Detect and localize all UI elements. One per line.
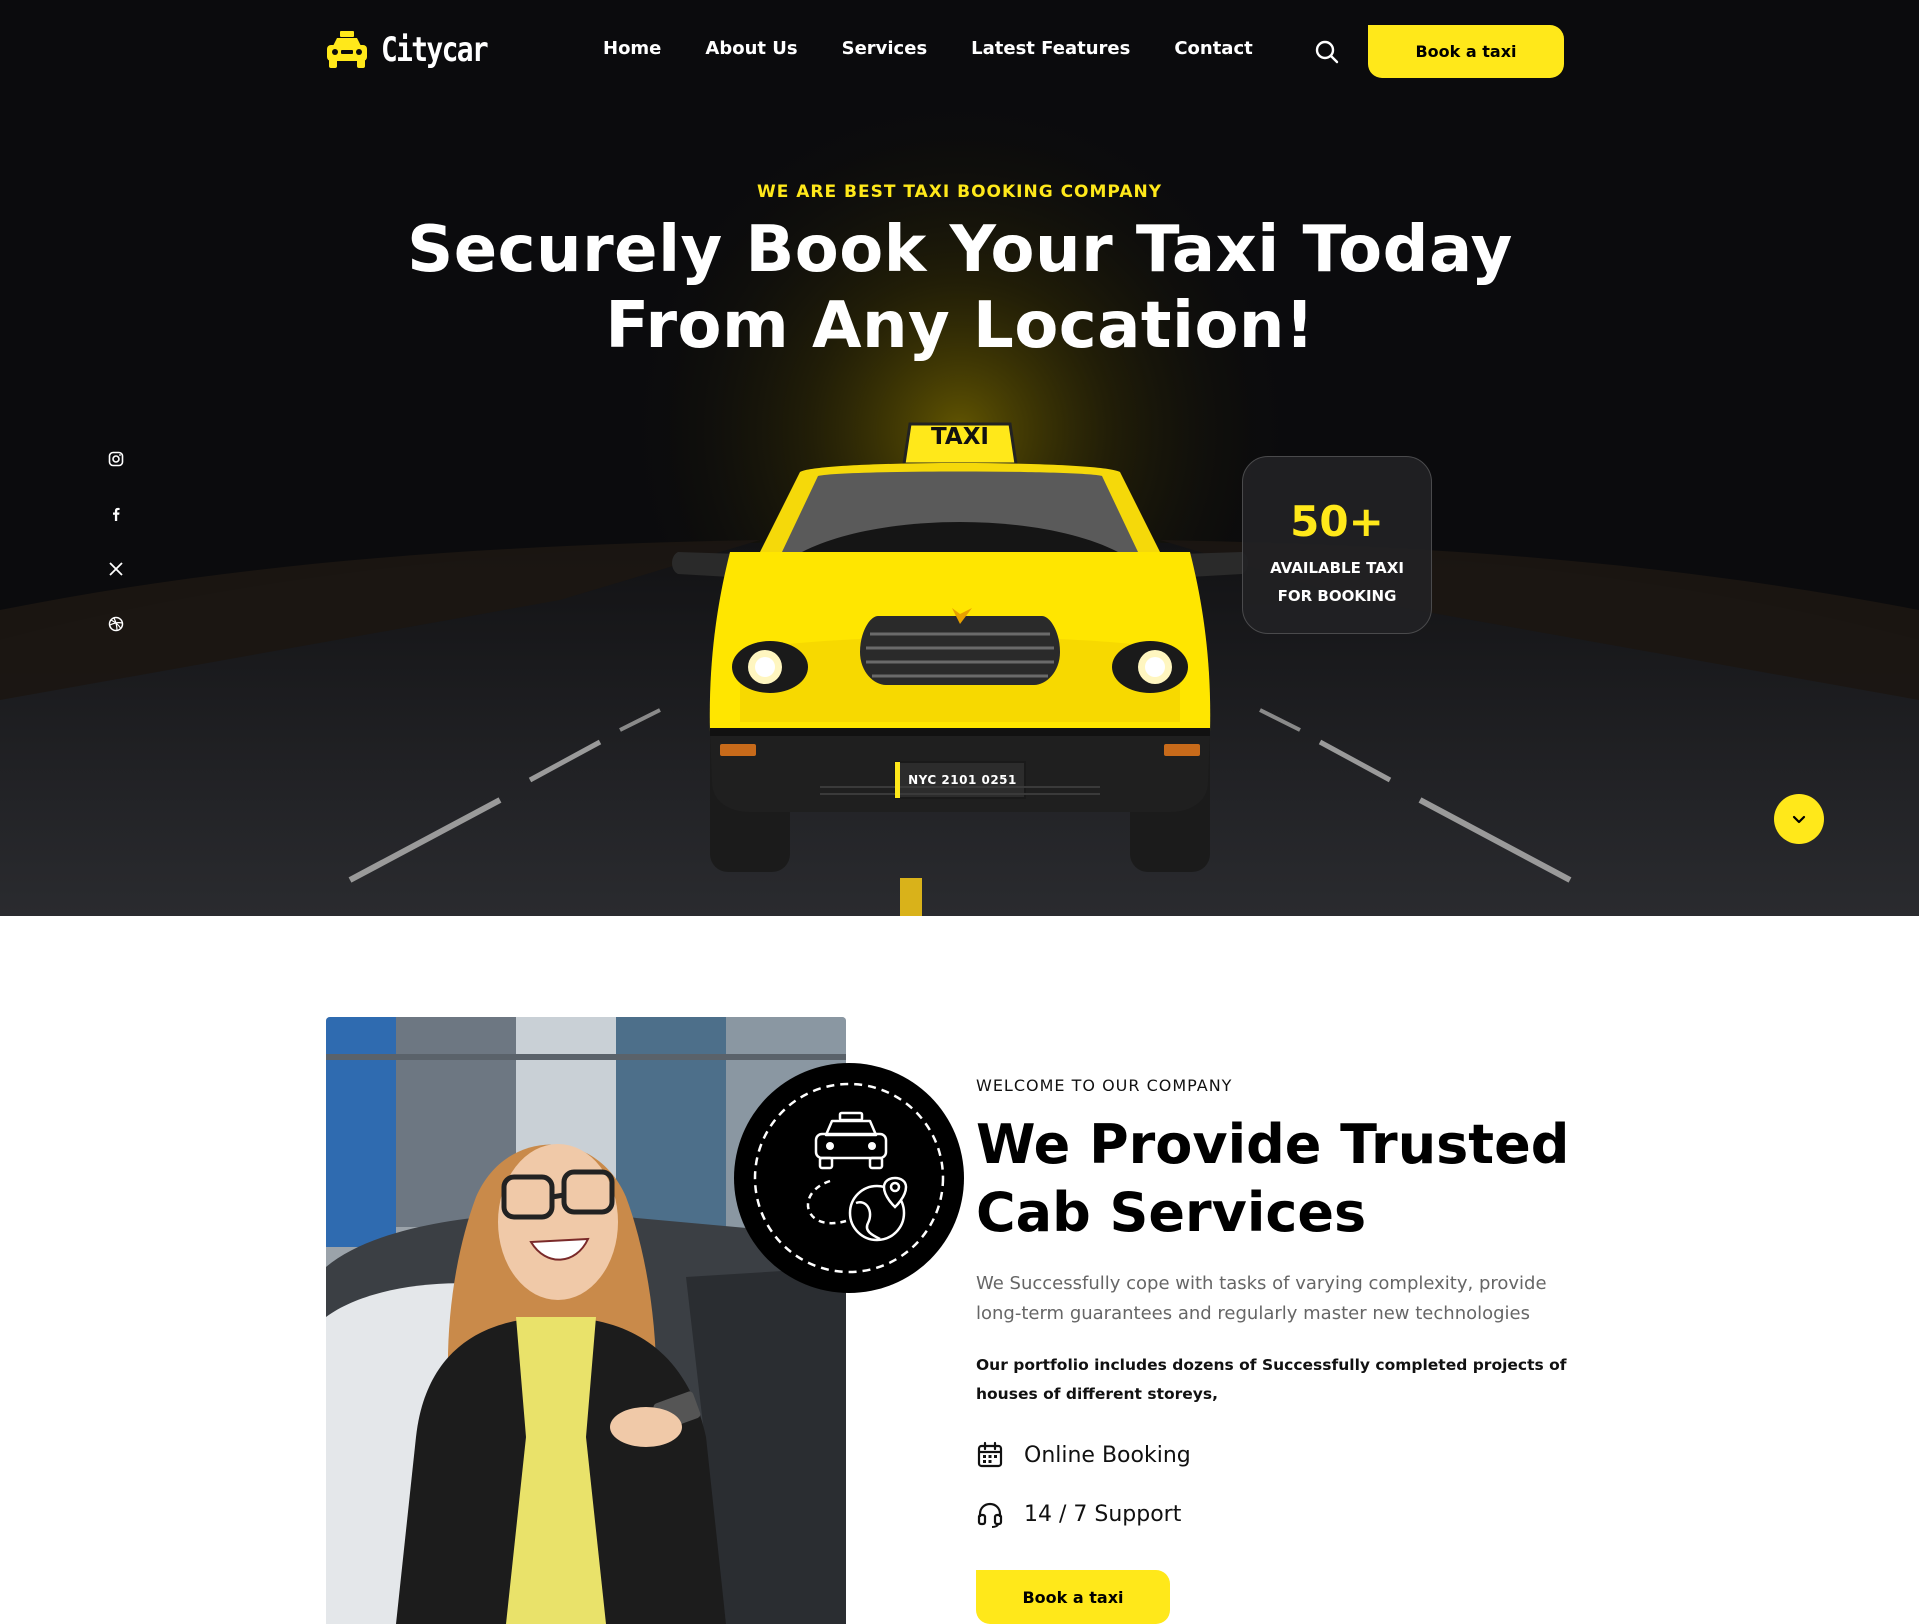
hero-section: Citycar Home About Us Services Latest Fe… bbox=[0, 0, 1919, 916]
nav-about-us[interactable]: About Us bbox=[705, 38, 797, 59]
x-icon bbox=[109, 562, 123, 576]
instagram-link[interactable] bbox=[105, 448, 127, 470]
feature-support: 14 / 7 Support bbox=[976, 1494, 1596, 1534]
dribbble-link[interactable] bbox=[105, 613, 127, 635]
hero-title: Securely Book Your Taxi Today From Any L… bbox=[407, 213, 1513, 363]
about-kicker: WELCOME TO OUR COMPANY bbox=[976, 1076, 1233, 1095]
logo-text: Citycar bbox=[381, 30, 489, 70]
available-taxi-card: 50+ AVAILABLE TAXI FOR BOOKING bbox=[1242, 456, 1432, 634]
feature-label: 14 / 7 Support bbox=[1024, 1501, 1182, 1527]
headset-icon bbox=[977, 1502, 1003, 1528]
about-title: We Provide Trusted Cab Services bbox=[976, 1113, 1570, 1244]
nav-services[interactable]: Services bbox=[842, 38, 928, 59]
chevron-down-icon bbox=[1792, 815, 1806, 824]
about-section: WELCOME TO OUR COMPANY We Provide Truste… bbox=[976, 1076, 1596, 1534]
facebook-link[interactable] bbox=[105, 503, 127, 525]
taxi-car-illustration bbox=[672, 422, 1248, 872]
site-header: Citycar Home About Us Services Latest Fe… bbox=[0, 0, 1919, 104]
facebook-icon bbox=[113, 507, 120, 521]
taxi-route-icon bbox=[753, 1082, 945, 1274]
about-portfolio-text: Our portfolio includes dozens of Success… bbox=[976, 1356, 1567, 1403]
x-link[interactable] bbox=[105, 558, 127, 580]
book-taxi-about-button[interactable]: Book a taxi bbox=[976, 1570, 1170, 1624]
service-badge bbox=[734, 1063, 964, 1293]
search-button[interactable] bbox=[1313, 38, 1341, 66]
main-nav: Home About Us Services Latest Features C… bbox=[603, 38, 1253, 59]
logo[interactable]: Citycar bbox=[325, 26, 510, 74]
nav-home[interactable]: Home bbox=[603, 38, 661, 59]
taxi-logo-icon bbox=[327, 31, 367, 68]
taxi-roof-sign: TAXI bbox=[931, 424, 989, 450]
feature-online-booking: Online Booking bbox=[976, 1435, 1596, 1475]
feature-list: Online Booking 14 / 7 Support bbox=[976, 1435, 1596, 1534]
license-plate: NYC 2101 0251 bbox=[908, 773, 1017, 787]
search-icon bbox=[1315, 40, 1339, 64]
scroll-down-button[interactable] bbox=[1774, 794, 1824, 844]
book-taxi-header-button[interactable]: Book a taxi bbox=[1368, 25, 1564, 78]
stat-value: 50+ bbox=[1290, 497, 1384, 546]
calendar-icon bbox=[977, 1441, 1003, 1468]
hero-tagline: WE ARE BEST TAXI BOOKING COMPANY bbox=[756, 182, 1163, 202]
feature-label: Online Booking bbox=[1024, 1442, 1191, 1468]
stat-label: AVAILABLE TAXI FOR BOOKING bbox=[1270, 559, 1404, 605]
dribbble-icon bbox=[108, 616, 124, 632]
nav-contact[interactable]: Contact bbox=[1174, 38, 1252, 59]
instagram-icon bbox=[108, 451, 124, 467]
nav-latest-features[interactable]: Latest Features bbox=[971, 38, 1130, 59]
about-description: We Successfully cope with tasks of varyi… bbox=[976, 1273, 1547, 1324]
